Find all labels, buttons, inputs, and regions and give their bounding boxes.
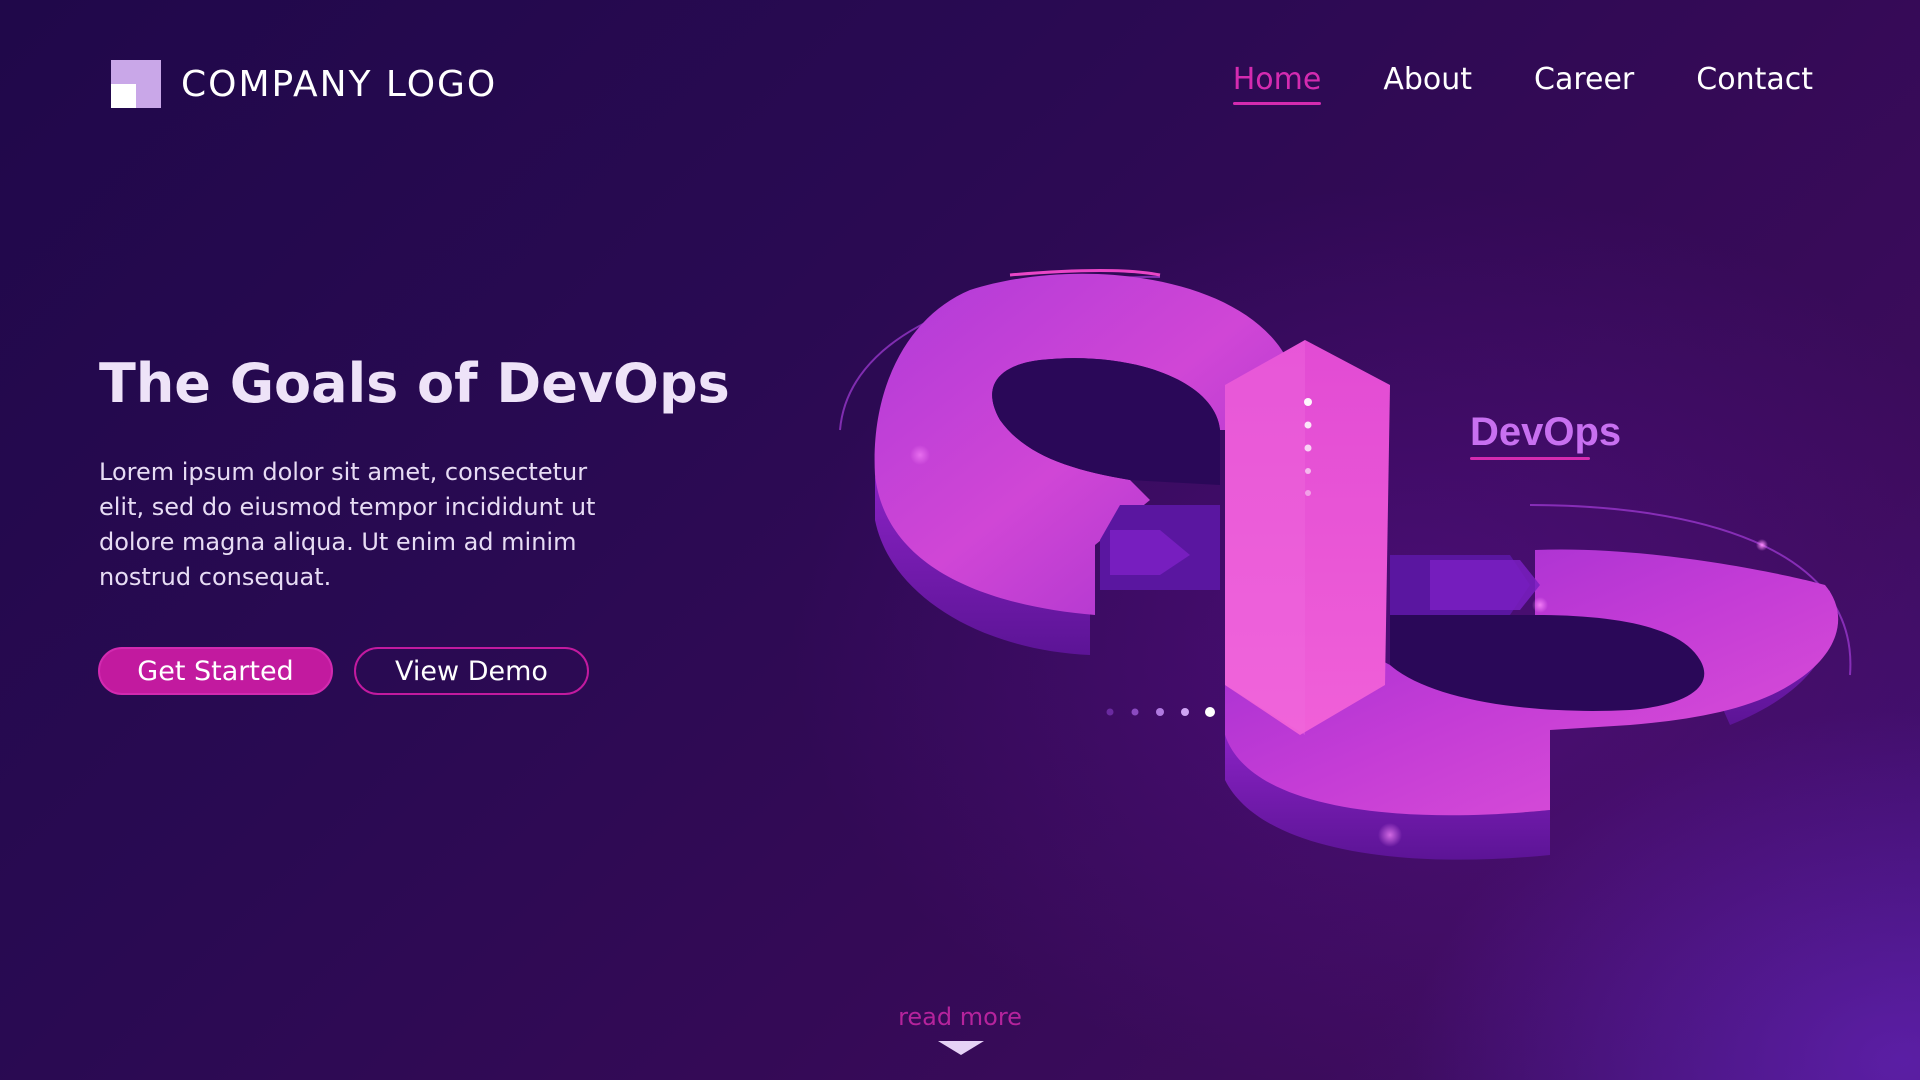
hero-title: The Goals of DevOps (99, 352, 730, 415)
view-demo-button[interactable]: View Demo (354, 647, 589, 695)
devops-label: DevOps (1470, 410, 1621, 460)
logo-text: COMPANY LOGO (181, 63, 498, 105)
carousel-dot-3[interactable] (1156, 708, 1164, 716)
nav-item-home[interactable]: Home (1232, 62, 1321, 105)
nav-item-contact[interactable]: Contact (1696, 62, 1813, 105)
carousel-dot-1[interactable] (1106, 708, 1114, 716)
chevron-down-icon[interactable] (938, 1041, 984, 1055)
svg-text:DevOps: DevOps (1470, 410, 1621, 454)
carousel-dots (1106, 707, 1215, 717)
carousel-dot-5[interactable] (1205, 707, 1215, 717)
main-nav: Home About Career Contact (1232, 62, 1813, 105)
nav-item-about[interactable]: About (1383, 62, 1472, 105)
landing-page: COMPANY LOGO Home About Career Contact T… (0, 0, 1920, 1080)
get-started-button[interactable]: Get Started (98, 647, 333, 695)
hero-description: Lorem ipsum dolor sit amet, consectetur … (99, 458, 596, 591)
read-more-link[interactable]: read more (0, 1003, 1920, 1031)
devops-infinity-icon: DevOps (839, 269, 1852, 860)
logo-mark-icon (111, 60, 161, 108)
carousel-dot-4[interactable] (1181, 708, 1189, 716)
carousel-dot-2[interactable] (1131, 708, 1139, 716)
company-logo[interactable]: COMPANY LOGO (111, 60, 497, 108)
nav-item-career[interactable]: Career (1534, 62, 1634, 105)
